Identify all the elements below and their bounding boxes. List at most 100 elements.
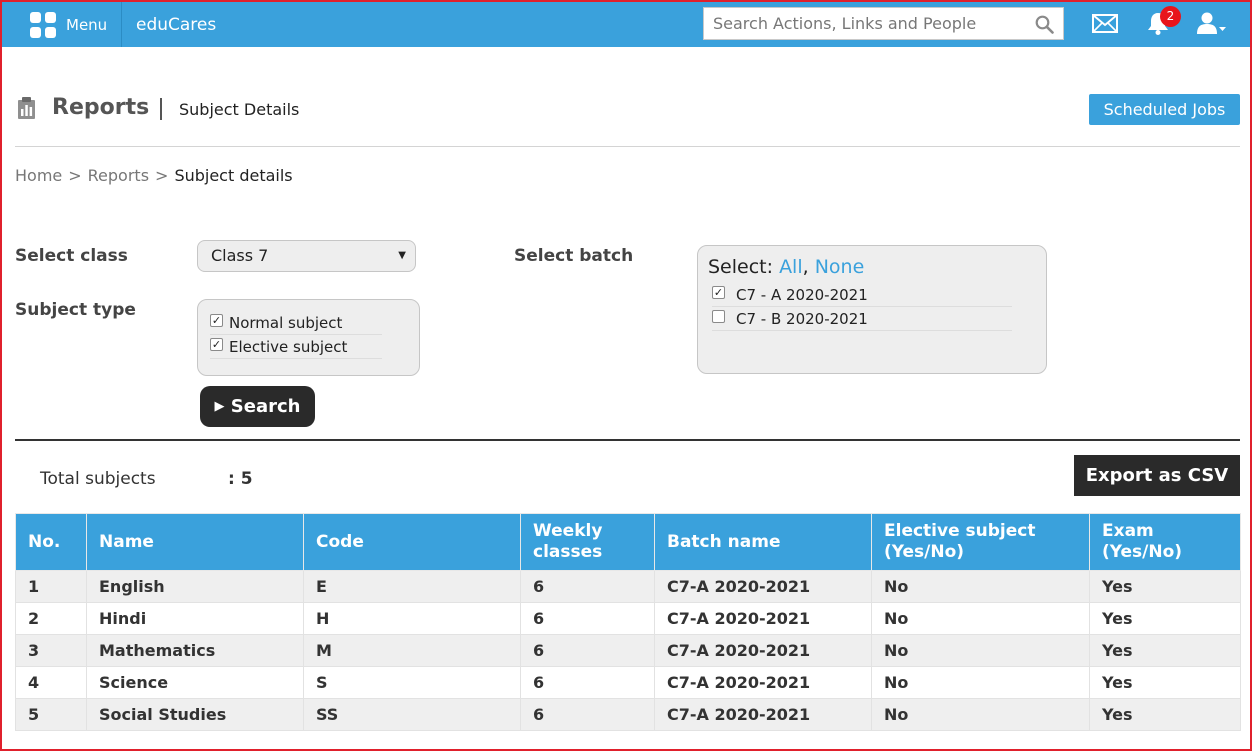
cell-name: English <box>86 570 304 603</box>
batch-select-group: Select: All, None ✓ C7 - A 2020-2021 C7 … <box>697 245 1047 374</box>
batch-option-c7b[interactable]: C7 - B 2020-2021 <box>712 308 1012 331</box>
cell-elective: No <box>871 570 1090 603</box>
search-button[interactable]: ▶ Search <box>200 386 315 427</box>
checkbox-icon[interactable]: ✓ <box>210 313 223 327</box>
menu-label: Menu <box>66 15 108 34</box>
global-search <box>703 7 1064 40</box>
cell-code: H <box>303 602 521 635</box>
checkbox-icon[interactable] <box>712 309 725 323</box>
app-name[interactable]: eduCares <box>136 2 216 49</box>
cell-no: 1 <box>15 570 87 603</box>
cell-batch: C7-A 2020-2021 <box>654 634 872 667</box>
table-header-row: No. Name Code Weekly classes Batch name E… <box>15 513 1241 571</box>
checkbox-icon[interactable]: ✓ <box>210 337 223 351</box>
table-row: 5 Social Studies SS 6 C7-A 2020-2021 No … <box>15 698 1241 731</box>
cell-batch: C7-A 2020-2021 <box>654 570 872 603</box>
cell-no: 3 <box>15 634 87 667</box>
title-divider <box>160 98 162 120</box>
cell-weekly: 6 <box>520 698 655 731</box>
cell-code: SS <box>303 698 521 731</box>
subject-type-elective-label: Elective subject <box>229 338 348 356</box>
select-none-link[interactable]: None <box>815 256 865 278</box>
chevron-down-icon: ▼ <box>398 250 406 261</box>
select-link-comma: , <box>802 256 809 278</box>
cell-exam: Yes <box>1089 698 1241 731</box>
col-header-weekly: Weekly classes <box>520 513 655 571</box>
col-header-exam-line1: Exam <box>1102 521 1154 541</box>
cell-weekly: 6 <box>520 602 655 635</box>
scheduled-jobs-button[interactable]: Scheduled Jobs <box>1089 94 1240 125</box>
apps-grid-icon <box>30 11 56 38</box>
cell-name: Social Studies <box>86 698 304 731</box>
col-header-name: Name <box>86 513 304 571</box>
breadcrumb-current: Subject details <box>174 166 293 185</box>
select-class-label: Select class <box>15 246 128 266</box>
col-header-weekly-line2: classes <box>533 542 603 562</box>
search-icon[interactable] <box>1035 15 1054 34</box>
reports-icon <box>18 97 35 119</box>
subject-type-normal-label: Normal subject <box>229 314 343 332</box>
breadcrumb-home[interactable]: Home <box>15 166 62 185</box>
cell-code: E <box>303 570 521 603</box>
page-subtitle: Subject Details <box>179 100 300 119</box>
breadcrumb-separator: > <box>68 166 82 185</box>
batch-option-c7a-label: C7 - A 2020-2021 <box>736 286 868 304</box>
col-header-no: No. <box>15 513 87 571</box>
total-subjects-label: Total subjects <box>40 469 156 489</box>
breadcrumb-reports[interactable]: Reports <box>88 166 149 185</box>
cell-elective: No <box>871 698 1090 731</box>
cell-name: Mathematics <box>86 634 304 667</box>
col-header-elective-line1: Elective subject <box>884 521 1036 541</box>
breadcrumb-separator: > <box>155 166 169 185</box>
cell-batch: C7-A 2020-2021 <box>654 666 872 699</box>
cell-exam: Yes <box>1089 634 1241 667</box>
class-select[interactable]: Class 7 ▼ <box>197 240 416 272</box>
cell-exam: Yes <box>1089 570 1241 603</box>
cell-elective: No <box>871 602 1090 635</box>
mail-icon[interactable] <box>1092 14 1118 33</box>
cell-name: Hindi <box>86 602 304 635</box>
cell-elective: No <box>871 634 1090 667</box>
batch-option-c7a[interactable]: ✓ C7 - A 2020-2021 <box>712 284 1012 307</box>
subject-type-group: ✓ Normal subject ✓ Elective subject <box>197 299 420 376</box>
col-header-weekly-line1: Weekly <box>533 521 603 541</box>
col-header-exam: Exam (Yes/No) <box>1089 513 1241 571</box>
page-title: Reports <box>52 95 150 120</box>
subject-type-normal[interactable]: ✓ Normal subject <box>210 312 382 335</box>
search-input[interactable] <box>704 8 1063 39</box>
export-csv-button[interactable]: Export as CSV <box>1074 455 1240 496</box>
cell-no: 4 <box>15 666 87 699</box>
batch-option-c7b-label: C7 - B 2020-2021 <box>736 310 868 328</box>
cell-code: M <box>303 634 521 667</box>
col-header-code: Code <box>303 513 521 571</box>
cell-weekly: 6 <box>520 666 655 699</box>
cell-batch: C7-A 2020-2021 <box>654 698 872 731</box>
cell-exam: Yes <box>1089 666 1241 699</box>
select-batch-label: Select batch <box>514 246 634 266</box>
header-divider <box>15 146 1240 147</box>
batch-select-prefix: Select: <box>708 256 774 278</box>
select-all-link[interactable]: All <box>779 256 803 278</box>
cell-code: S <box>303 666 521 699</box>
batch-select-header: Select: All, None <box>708 256 864 278</box>
menu-button[interactable]: Menu <box>16 2 122 47</box>
col-header-exam-line2: (Yes/No) <box>1102 542 1183 562</box>
table-row: 2 Hindi H 6 C7-A 2020-2021 No Yes <box>15 602 1241 635</box>
subject-type-elective[interactable]: ✓ Elective subject <box>210 336 382 359</box>
cell-elective: No <box>871 666 1090 699</box>
search-button-label: Search <box>230 396 301 417</box>
total-subjects-value: : 5 <box>228 469 253 489</box>
table-row: 3 Mathematics M 6 C7-A 2020-2021 No Yes <box>15 634 1241 667</box>
table-row: 4 Science S 6 C7-A 2020-2021 No Yes <box>15 666 1241 699</box>
cell-batch: C7-A 2020-2021 <box>654 602 872 635</box>
cell-name: Science <box>86 666 304 699</box>
notification-badge[interactable]: 2 <box>1160 6 1181 27</box>
breadcrumb: Home > Reports > Subject details <box>15 166 293 185</box>
cell-weekly: 6 <box>520 634 655 667</box>
table-row: 1 English E 6 C7-A 2020-2021 No Yes <box>15 570 1241 603</box>
play-icon: ▶ <box>214 399 225 414</box>
class-select-value: Class 7 <box>211 246 269 265</box>
checkbox-icon[interactable]: ✓ <box>712 285 725 299</box>
col-header-batch: Batch name <box>654 513 872 571</box>
user-icon[interactable] <box>1196 11 1228 35</box>
